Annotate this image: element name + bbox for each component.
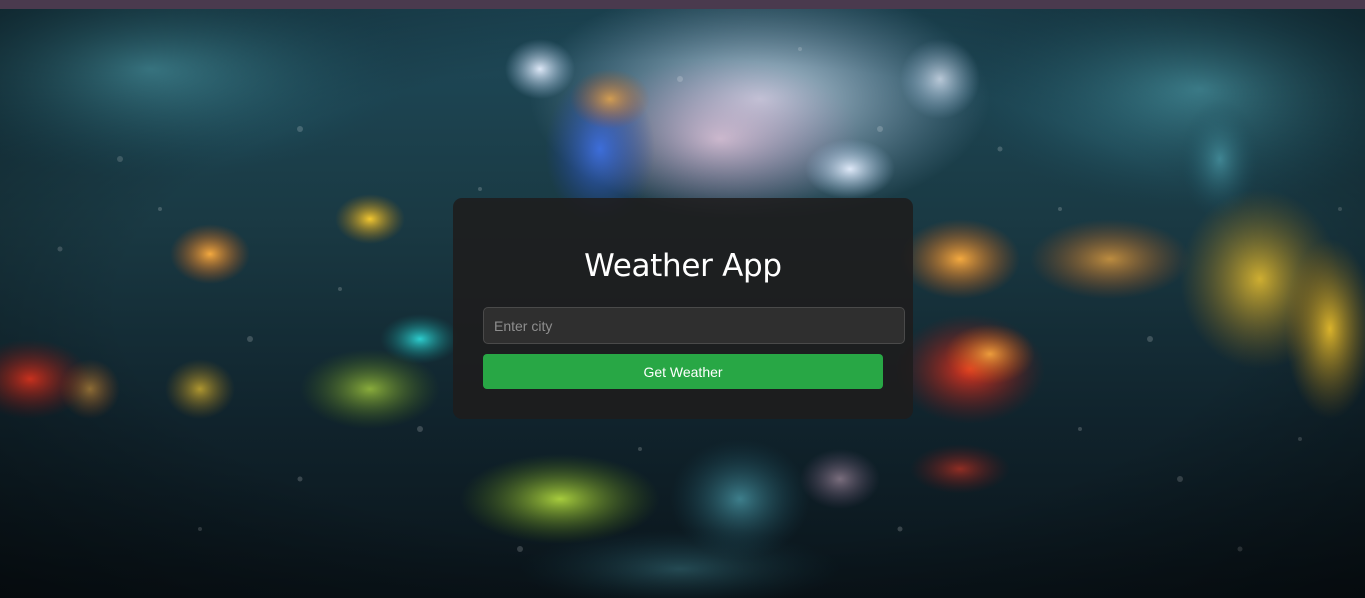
browser-top-strip <box>0 0 1365 9</box>
app-title: Weather App <box>584 248 782 284</box>
get-weather-button[interactable]: Get Weather <box>483 354 883 389</box>
weather-card: Weather App Get Weather <box>453 198 913 419</box>
city-input[interactable] <box>483 307 905 344</box>
